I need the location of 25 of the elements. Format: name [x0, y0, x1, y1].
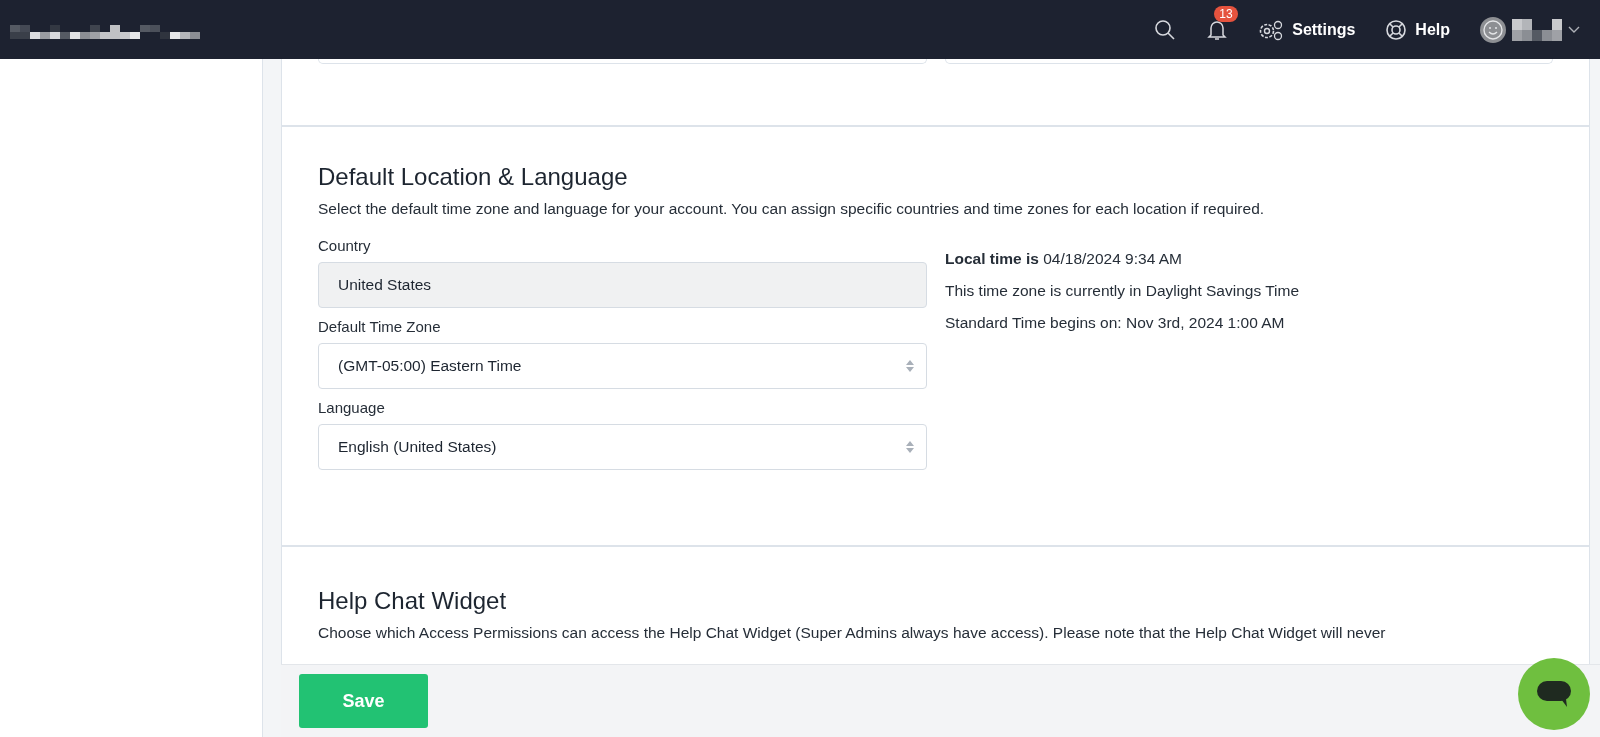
- select-field[interactable]: (GMT-05:00) Eastern Time: [318, 343, 927, 389]
- chat-icon: [1537, 679, 1571, 709]
- lifebuoy-icon: [1385, 18, 1408, 41]
- sort-arrows-icon: [906, 441, 914, 453]
- section-description: Select the default time zone and language for your account. You can assign specific countries and time zones for each location if required.: [318, 199, 1266, 219]
- local-time-text: Local time is 04/18/2024 9:34 AM: [945, 249, 1183, 269]
- sort-arrows-icon: [906, 360, 914, 372]
- settings-link[interactable]: Settings: [1258, 18, 1356, 41]
- field-label: Country: [318, 237, 372, 254]
- field-label: Language: [318, 399, 386, 416]
- avatar-icon: [1480, 16, 1506, 43]
- gears-icon: [1258, 18, 1285, 41]
- section-description: Choose which Access Permissions can access the Help Chat Widget (Super Admins always have access). Please note that the Help Chat Widget will never: [318, 623, 1387, 643]
- time-zone-info: This time zone is currently in Daylight Savings Time: [945, 281, 1300, 301]
- select-field[interactable]: English (United States): [318, 424, 927, 470]
- chevron-icon: [1568, 25, 1580, 34]
- user-menu[interactable]: [1480, 16, 1580, 43]
- field-label: Default Time Zone: [318, 318, 442, 335]
- section-title: Default Location & Language: [318, 163, 629, 191]
- notification-count: 13: [1214, 5, 1238, 22]
- blurred-name-drawing: [1512, 18, 1562, 41]
- section-title: Help Chat Widget: [318, 587, 508, 615]
- time-zone-info: Standard Time begins on: Nov 3rd, 2024 1:00 AM: [945, 313, 1286, 333]
- search-icon[interactable]: [1154, 18, 1177, 41]
- help-link[interactable]: Help: [1385, 18, 1450, 41]
